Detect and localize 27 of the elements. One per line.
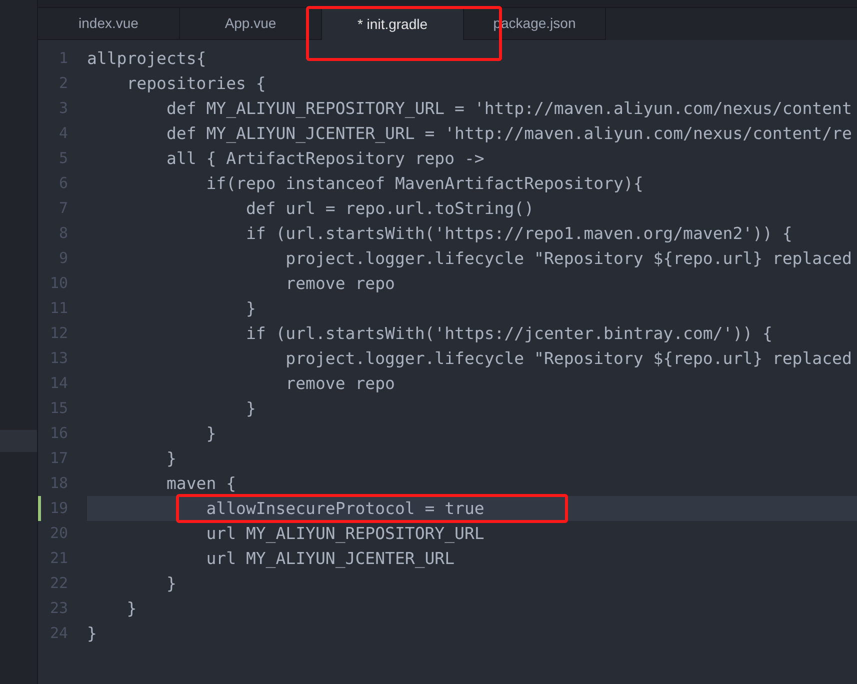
code-line: all { ArtifactRepository repo -> <box>165 148 486 170</box>
code-line: def MY_ALIYUN_REPOSITORY_URL = 'http://maven.aliyun.com/nexus/content <box>165 98 853 120</box>
change-marker <box>38 496 41 521</box>
code-line: } <box>244 298 257 320</box>
code-line: } <box>126 598 138 620</box>
code-line: project.logger.lifecycle "Repository ${repo.url} replaced <box>284 248 853 270</box>
code-line: } <box>165 573 178 595</box>
tab[interactable]: index.vue <box>38 8 180 40</box>
code-line: def MY_ALIYUN_JCENTER_URL = 'http://maven.aliyun.com/nexus/content/re <box>165 123 853 145</box>
tab[interactable]: App.vue <box>180 8 322 40</box>
code-line: project.logger.lifecycle "Repository ${repo.url} replaced <box>284 348 853 370</box>
code-line: if(repo instanceof MavenArtifactRepository){ <box>205 173 644 195</box>
code-line: } <box>205 423 218 445</box>
code-line: if (url.startsWith('https://repo1.maven.org/maven2')) { <box>244 223 794 245</box>
code-line: repositories { <box>126 73 267 95</box>
code-line: allprojects{ <box>87 48 208 70</box>
code-line: maven { <box>165 473 238 495</box>
code-line: } <box>165 448 178 470</box>
code-line: url MY_ALIYUN_REPOSITORY_URL <box>205 523 486 545</box>
tab[interactable]: * init.gradle <box>322 8 464 40</box>
code-line: url MY_ALIYUN_JCENTER_URL <box>205 548 456 570</box>
code-line: if (url.startsWith('https://jcenter.bintray.com/')) { <box>244 323 774 345</box>
code-line: def url = repo.url.toString() <box>244 198 536 220</box>
code-line: } <box>244 398 257 420</box>
code-line: remove repo <box>284 273 396 295</box>
code-line: remove repo <box>284 373 396 395</box>
code-line: } <box>87 623 98 645</box>
